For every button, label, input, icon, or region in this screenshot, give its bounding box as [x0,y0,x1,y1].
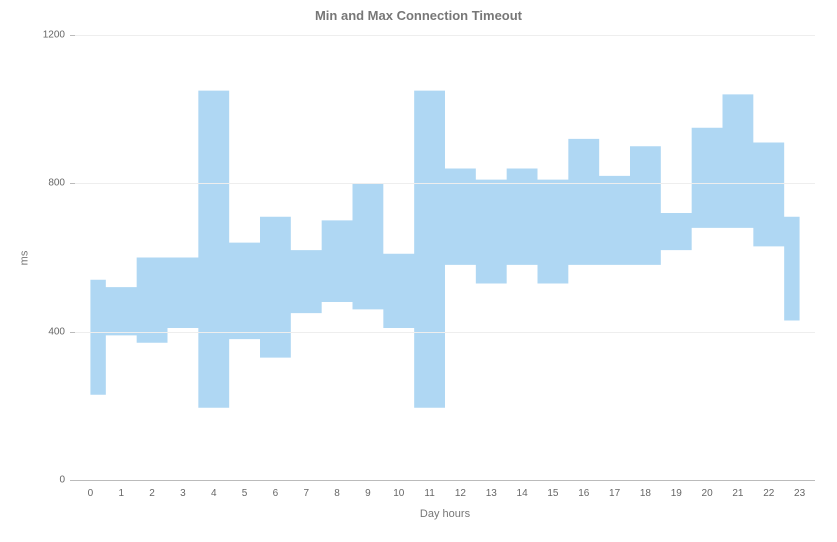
x-tick-label: 14 [517,480,528,499]
y-gridline [75,35,815,36]
y-axis-label: ms [18,250,30,265]
x-tick-label: 23 [794,480,805,499]
chart-title: Min and Max Connection Timeout [0,8,837,23]
x-tick-label: 9 [365,480,371,499]
x-tick-label: 2 [149,480,155,499]
chart-container: Min and Max Connection Timeout ms Day ho… [0,0,837,542]
y-tick-label: 1200 [43,30,75,41]
y-tick-label: 0 [59,475,75,486]
x-tick-label: 17 [609,480,620,499]
x-tick-label: 3 [180,480,186,499]
range-area-chart [75,35,815,480]
x-tick-label: 6 [273,480,279,499]
x-tick-label: 20 [702,480,713,499]
plot-area[interactable]: ms Day hours 040080012000123456789101112… [75,35,815,480]
x-tick-label: 7 [303,480,309,499]
x-tick-label: 11 [424,480,434,499]
x-tick-label: 8 [334,480,340,499]
x-tick-label: 0 [88,480,94,499]
x-tick-label: 18 [640,480,651,499]
x-tick-label: 16 [578,480,589,499]
x-tick-label: 22 [763,480,774,499]
y-gridline [75,332,815,333]
x-tick-label: 10 [393,480,404,499]
range-band [90,91,799,408]
x-tick-label: 4 [211,480,217,499]
x-tick-label: 15 [547,480,558,499]
y-gridline [75,183,815,184]
x-tick-label: 13 [486,480,497,499]
y-tick-label: 800 [48,178,75,189]
x-tick-label: 19 [671,480,682,499]
x-tick-label: 12 [455,480,466,499]
y-tick-label: 400 [48,326,75,337]
x-axis-label: Day hours [420,508,470,520]
x-tick-label: 5 [242,480,248,499]
x-tick-label: 1 [118,480,124,499]
x-tick-label: 21 [732,480,743,499]
